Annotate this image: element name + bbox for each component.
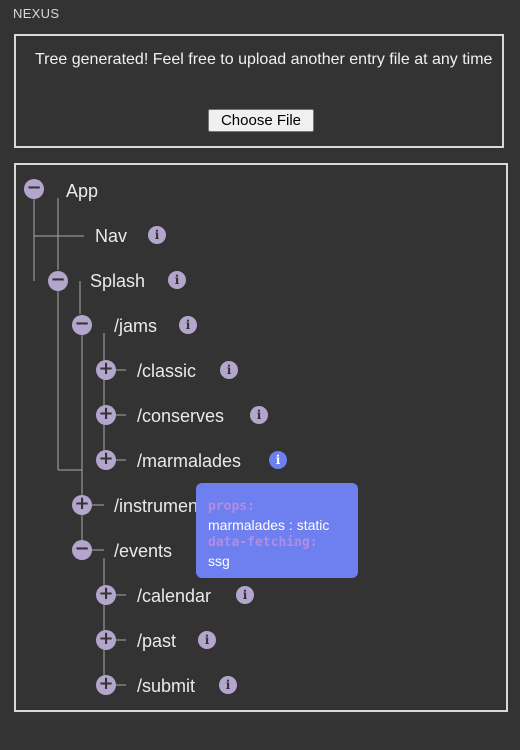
tree-node-events[interactable]: /events	[114, 541, 172, 561]
tree-node-splash[interactable]: Splash	[90, 271, 145, 291]
plus-icon: +	[98, 358, 114, 379]
tooltip-props-label: props:	[208, 499, 255, 514]
collapse-events-button[interactable]: −	[72, 540, 92, 560]
expand-marmalades-button[interactable]: +	[96, 450, 116, 470]
minus-icon: −	[50, 269, 66, 290]
expand-instruments-button[interactable]: +	[72, 495, 92, 515]
tree-node-conserves[interactable]: /conserves	[137, 406, 224, 426]
info-icon[interactable]: i	[250, 406, 268, 424]
plus-icon: +	[74, 493, 90, 514]
collapse-jams-button[interactable]: −	[72, 315, 92, 335]
node-info-tooltip: props: marmalades : static data-fetching…	[196, 483, 358, 578]
expand-past-button[interactable]: +	[96, 630, 116, 650]
choose-file-button[interactable]: Choose File	[208, 109, 314, 132]
plus-icon: +	[98, 583, 114, 604]
tree-node-submit[interactable]: /submit	[137, 676, 195, 696]
expand-conserves-button[interactable]: +	[96, 405, 116, 425]
tooltip-fetching-label: data-fetching:	[208, 535, 318, 550]
plus-icon: +	[98, 448, 114, 469]
app-title: NEXUS	[13, 6, 60, 21]
component-tree-panel	[14, 163, 508, 712]
info-icon[interactable]: i	[219, 676, 237, 694]
tree-node-nav[interactable]: Nav	[95, 226, 127, 246]
plus-icon: +	[98, 403, 114, 424]
plus-icon: +	[98, 628, 114, 649]
tree-node-past[interactable]: /past	[137, 631, 176, 651]
plus-icon: +	[98, 673, 114, 694]
upload-status-message: Tree generated! Feel free to upload anot…	[35, 51, 493, 68]
tree-node-app[interactable]: App	[66, 181, 98, 201]
minus-icon: −	[26, 177, 42, 198]
info-icon[interactable]: i	[198, 631, 216, 649]
expand-submit-button[interactable]: +	[96, 675, 116, 695]
minus-icon: −	[74, 313, 90, 334]
expand-calendar-button[interactable]: +	[96, 585, 116, 605]
info-icon[interactable]: i	[168, 271, 186, 289]
tree-node-jams[interactable]: /jams	[114, 316, 157, 336]
info-icon[interactable]: i	[220, 361, 238, 379]
info-icon[interactable]: i	[269, 451, 287, 469]
expand-classic-button[interactable]: +	[96, 360, 116, 380]
tooltip-fetching-value: ssg	[208, 553, 230, 569]
info-icon[interactable]: i	[148, 226, 166, 244]
minus-icon: −	[74, 538, 90, 559]
info-icon[interactable]: i	[236, 586, 254, 604]
tree-node-calendar[interactable]: /calendar	[137, 586, 211, 606]
info-icon[interactable]: i	[179, 316, 197, 334]
tree-node-marmalades[interactable]: /marmalades	[137, 451, 241, 471]
tooltip-props-value: marmalades : static	[208, 517, 330, 533]
upload-panel: Tree generated! Feel free to upload anot…	[14, 34, 504, 148]
collapse-app-button[interactable]: −	[24, 179, 44, 199]
collapse-splash-button[interactable]: −	[48, 271, 68, 291]
tree-node-classic[interactable]: /classic	[137, 361, 196, 381]
